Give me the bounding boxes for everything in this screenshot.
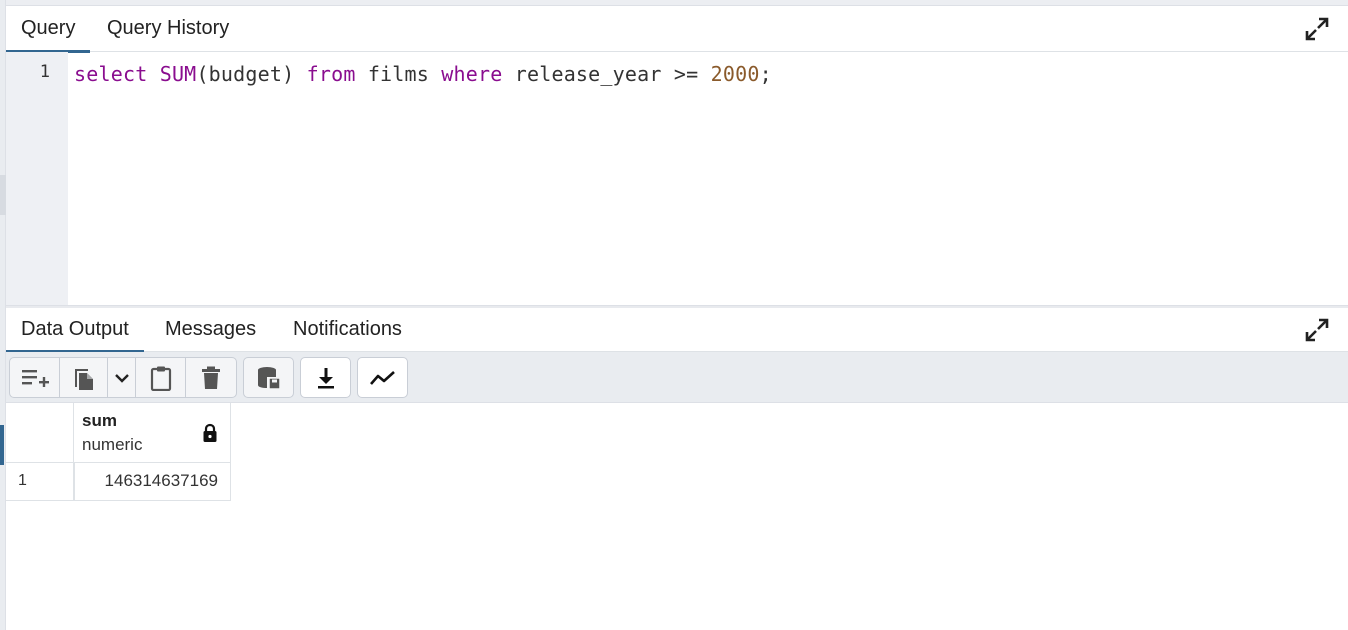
delete-button[interactable] xyxy=(186,358,236,397)
download-icon xyxy=(317,367,334,388)
tab-query-history[interactable]: Query History xyxy=(92,6,244,52)
edit-button-group xyxy=(9,357,237,398)
cell-value: 146314637169 xyxy=(104,471,218,490)
sql-number: 2000 xyxy=(710,62,760,86)
line-number: 1 xyxy=(39,62,50,82)
sql-text: ; xyxy=(759,62,772,86)
lock-icon xyxy=(203,423,217,442)
chevron-down-icon xyxy=(114,373,129,383)
copy-button[interactable] xyxy=(60,358,108,397)
sql-code-line[interactable]: select SUM(budget) from films where rele… xyxy=(74,62,772,86)
output-tabbar: Data Output Messages Notifications xyxy=(6,308,1348,353)
sql-text: films xyxy=(355,62,442,86)
query-tabbar: Query Query History xyxy=(6,6,1348,53)
table-cell[interactable]: 146314637169 xyxy=(74,463,231,501)
row-number: 1 xyxy=(18,472,27,489)
expand-icon xyxy=(1305,318,1329,342)
tab-messages[interactable]: Messages xyxy=(150,308,271,352)
paste-icon xyxy=(150,366,171,391)
save-data-icon xyxy=(257,366,281,390)
add-row-icon xyxy=(21,369,49,387)
maximize-query-panel-button[interactable] xyxy=(1304,16,1330,42)
delete-icon xyxy=(202,366,220,389)
graph-visualiser-button[interactable] xyxy=(358,358,407,397)
column-name: sum xyxy=(82,411,117,430)
column-type: numeric xyxy=(82,435,143,454)
graph-visualiser-icon xyxy=(369,370,395,385)
tab-notifications[interactable]: Notifications xyxy=(278,308,417,352)
maximize-output-panel-button[interactable] xyxy=(1304,317,1330,343)
paste-button[interactable] xyxy=(136,358,186,397)
expand-icon xyxy=(1305,17,1329,41)
grid-corner-cell[interactable] xyxy=(6,403,74,463)
tab-data-output[interactable]: Data Output xyxy=(6,308,144,353)
download-csv-button[interactable] xyxy=(301,358,350,397)
copy-icon xyxy=(74,368,93,390)
row-number-cell[interactable]: 1 xyxy=(6,463,74,501)
save-data-changes-button[interactable] xyxy=(244,358,293,397)
line-number-gutter: 1 xyxy=(6,52,68,306)
sql-text: (budget) xyxy=(196,62,307,86)
copy-options-dropdown[interactable] xyxy=(108,358,136,397)
data-output-toolbar xyxy=(6,352,1348,403)
sql-keyword: where xyxy=(441,62,503,86)
sql-editor[interactable]: 1 select SUM(budget) from films where re… xyxy=(6,52,1348,306)
query-panel: Query Query History 1 select SUM(budget)… xyxy=(6,6,1348,306)
save-data-group xyxy=(243,357,294,398)
add-row-button[interactable] xyxy=(10,358,60,397)
tab-query[interactable]: Query xyxy=(6,6,91,53)
sql-keyword: select xyxy=(74,62,148,86)
sql-text: release_year >= xyxy=(502,62,711,86)
graph-group xyxy=(357,357,408,398)
output-panel: Data Output Messages Notifications sum n… xyxy=(6,308,1348,630)
sql-keyword: from xyxy=(306,62,356,86)
left-edge-active-marker xyxy=(0,425,4,465)
column-header-sum[interactable]: sum numeric xyxy=(74,403,231,463)
pgadmin-query-tool: Query Query History 1 select SUM(budget)… xyxy=(0,0,1348,630)
download-group xyxy=(300,357,351,398)
sql-function: SUM xyxy=(159,62,197,86)
